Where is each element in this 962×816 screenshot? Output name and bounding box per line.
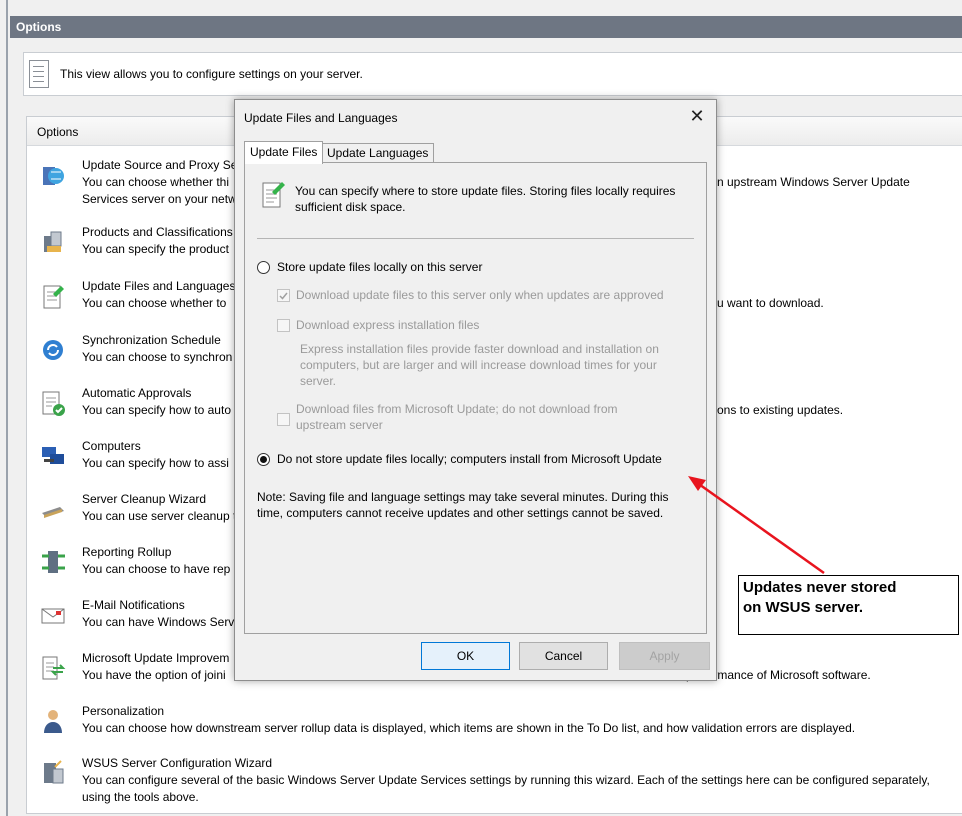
info-text: This view allows you to configure settin… <box>60 67 363 81</box>
update-files-dialog: Update Files and Languages ✕ Update File… <box>234 99 717 681</box>
express-files-label: Download express installation files <box>296 318 480 332</box>
store-locally-label[interactable]: Store update files locally on this serve… <box>277 259 482 275</box>
options-title-bar: Options <box>10 16 962 38</box>
option-desc-right: ons to existing updates. <box>717 403 844 417</box>
email-icon <box>41 608 65 624</box>
tab-update-files[interactable]: Update Files <box>244 141 324 164</box>
option-title[interactable]: Microsoft Update Improvem <box>82 650 229 667</box>
computers-icon <box>42 447 64 464</box>
server-globe-icon <box>43 167 64 185</box>
products-icon <box>44 231 62 252</box>
express-files-note: Express installation files provide faste… <box>300 342 659 388</box>
download-approved-label: Download update files to this server onl… <box>296 288 664 302</box>
update-files-tab-panel: You can specify where to store update fi… <box>244 162 707 634</box>
do-not-store-radio[interactable] <box>257 453 270 466</box>
option-desc-right: u want to download. <box>717 296 824 310</box>
option-title[interactable]: Update Files and Languages <box>82 278 235 295</box>
store-locally-radio[interactable] <box>257 261 270 274</box>
ok-button[interactable]: OK <box>421 642 510 670</box>
option-title[interactable]: E-Mail Notifications <box>82 597 185 614</box>
option-title[interactable]: Personalization <box>82 703 164 720</box>
option-title[interactable]: Update Source and Proxy Se <box>82 157 237 174</box>
separator <box>257 238 694 239</box>
list-document-icon <box>29 60 49 88</box>
option-title[interactable]: Products and Classifications <box>82 224 233 241</box>
checkmark-icon <box>279 292 288 300</box>
window-title: Options <box>16 20 62 34</box>
update-files-icon <box>262 182 285 208</box>
info-box: This view allows you to configure settin… <box>23 52 962 96</box>
option-desc-2: using the tools above. <box>82 790 199 804</box>
save-note: Note: Saving file and language settings … <box>257 490 669 520</box>
express-files-checkbox[interactable] <box>277 319 290 332</box>
option-desc-right: n upstream Windows Server Update <box>717 175 910 189</box>
option-title[interactable]: WSUS Server Configuration Wizard <box>82 755 272 772</box>
reporting-rollup-icon <box>42 551 65 573</box>
close-icon[interactable]: ✕ <box>686 105 708 127</box>
tab-update-languages[interactable]: Update Languages <box>321 143 435 163</box>
download-ms-update-checkbox[interactable] <box>277 413 290 426</box>
apply-button[interactable]: Apply <box>619 642 710 670</box>
do-not-store-label[interactable]: Do not store update files locally; compu… <box>277 451 662 467</box>
update-files-icon <box>43 285 64 309</box>
dialog-header-text: You can specify where to store update fi… <box>295 184 676 214</box>
option-title[interactable]: Automatic Approvals <box>82 385 191 402</box>
option-title[interactable]: Synchronization Schedule <box>82 332 221 349</box>
annotation-callout: Updates never stored on WSUS server. <box>738 575 959 635</box>
dialog-title: Update Files and Languages <box>244 111 398 125</box>
option-desc: You can configure several of the basic W… <box>82 773 930 787</box>
improvement-icon <box>42 656 66 680</box>
callout-line-1: Updates never stored <box>743 579 897 596</box>
cleanup-wizard-icon <box>42 507 64 518</box>
cancel-button[interactable]: Cancel <box>519 642 608 670</box>
option-title[interactable]: Server Cleanup Wizard <box>82 491 206 508</box>
options-panel-title: Options <box>37 125 79 139</box>
left-pane-border <box>6 0 8 816</box>
option-title[interactable]: Reporting Rollup <box>82 544 171 561</box>
download-ms-update-label: Download files from Microsoft Update; do… <box>296 402 618 432</box>
option-title[interactable]: Computers <box>82 438 141 455</box>
sync-icon <box>43 340 63 360</box>
user-icon <box>44 710 62 733</box>
config-wizard-icon <box>44 760 64 784</box>
option-desc: You can choose how downstream server rol… <box>82 721 856 735</box>
callout-line-2: on WSUS server. <box>743 599 864 616</box>
approvals-icon <box>42 391 65 416</box>
